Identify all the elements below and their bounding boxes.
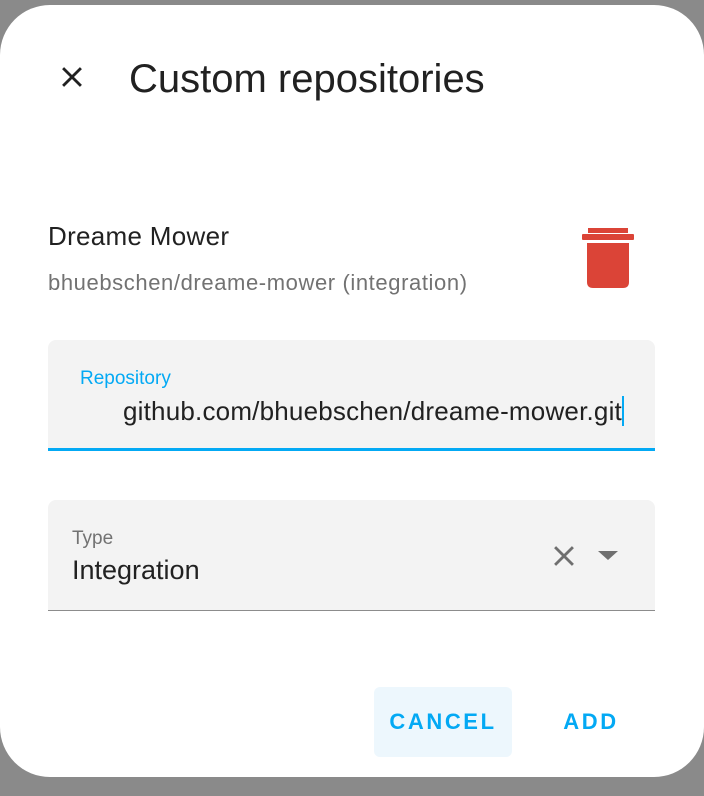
text-caret <box>622 396 624 426</box>
type-select[interactable]: Type Integration <box>48 500 655 611</box>
close-button[interactable] <box>44 49 100 105</box>
repository-subtitle: bhuebschen/dreame-mower (integration) <box>48 270 468 295</box>
repository-input[interactable]: github.com/bhuebschen/dreame-mower.git <box>81 392 624 430</box>
clear-icon <box>554 546 574 566</box>
type-selected-value: Integration <box>72 555 200 585</box>
cancel-button[interactable]: CANCEL <box>374 687 512 757</box>
dialog-title: Custom repositories <box>129 57 485 101</box>
repository-field[interactable]: Repository github.com/bhuebschen/dreame-… <box>48 340 655 451</box>
type-field-label: Type <box>72 528 114 549</box>
trash-icon <box>582 228 634 288</box>
dropdown-arrow-icon <box>598 551 618 560</box>
custom-repositories-dialog: Custom repositories Dreame Mower bhuebsc… <box>0 5 704 777</box>
repository-list-item: Dreame Mower bhuebschen/dreame-mower (in… <box>48 220 656 310</box>
repository-field-label: Repository <box>80 368 171 389</box>
close-icon <box>62 67 82 87</box>
clear-type-button[interactable] <box>544 536 584 576</box>
repository-input-value: github.com/bhuebschen/dreame-mower.git <box>123 396 622 426</box>
type-dropdown-button[interactable] <box>588 536 628 576</box>
delete-repository-button[interactable] <box>576 226 640 290</box>
add-button[interactable]: ADD <box>536 687 646 757</box>
repository-name: Dreame Mower <box>48 221 230 251</box>
